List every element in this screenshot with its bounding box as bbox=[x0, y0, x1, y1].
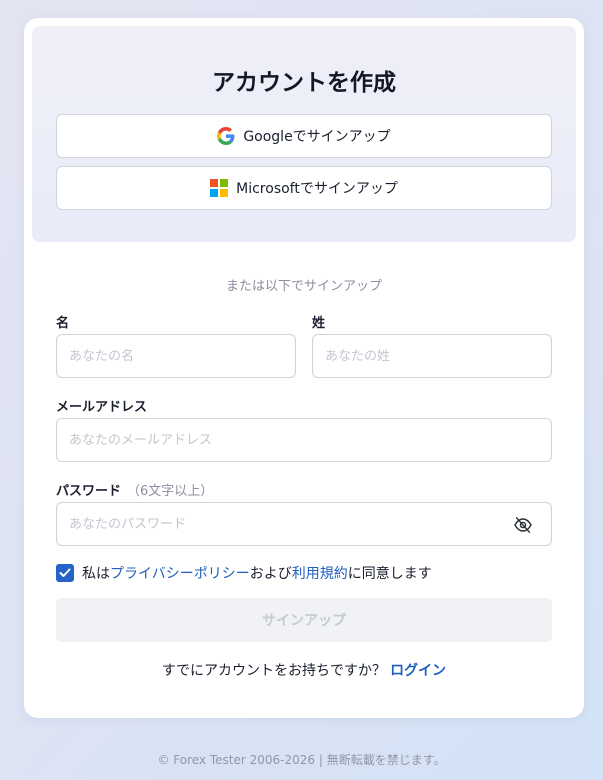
password-hint: （6文字以上） bbox=[127, 484, 214, 499]
password-label: パスワード （6文字以上） bbox=[56, 480, 213, 499]
oauth-panel: アカウントを作成 Googleでサインアップ Microsoftでサインアップ bbox=[32, 26, 576, 242]
checkmark-icon bbox=[59, 568, 71, 577]
privacy-policy-link[interactable]: プライバシーポリシー bbox=[110, 563, 250, 583]
google-signup-button[interactable]: Googleでサインアップ bbox=[56, 114, 552, 158]
consent-suffix: に同意します bbox=[347, 566, 432, 582]
signup-card: アカウントを作成 Googleでサインアップ Microsoftでサインアップ … bbox=[24, 18, 584, 718]
page-title: アカウントを作成 bbox=[212, 70, 396, 96]
last-name-label: 姓 bbox=[312, 316, 326, 331]
password-input[interactable] bbox=[56, 502, 552, 546]
google-signup-label: Googleでサインアップ bbox=[243, 129, 391, 145]
consent-middle: および bbox=[249, 566, 292, 582]
microsoft-logo-icon bbox=[210, 179, 229, 197]
eye-slash-icon bbox=[514, 517, 532, 533]
login-question: すでにアカウントをお持ちですか？ bbox=[161, 663, 387, 679]
terms-link[interactable]: 利用規約 bbox=[292, 563, 348, 583]
password-label-text: パスワード bbox=[56, 484, 122, 499]
terms-consent: 私は プライバシーポリシー および 利用規約 に同意します bbox=[56, 563, 432, 583]
first-name-input[interactable] bbox=[56, 334, 296, 378]
microsoft-signup-label: Microsoftでサインアップ bbox=[236, 181, 398, 197]
google-logo-icon bbox=[217, 127, 235, 145]
divider-text: または以下でサインアップ bbox=[225, 279, 382, 294]
terms-checkbox[interactable] bbox=[56, 564, 74, 582]
first-name-label: 名 bbox=[56, 316, 70, 331]
consent-prefix: 私は bbox=[82, 566, 110, 582]
microsoft-signup-button[interactable]: Microsoftでサインアップ bbox=[56, 166, 552, 210]
email-label: メールアドレス bbox=[56, 400, 148, 415]
signup-submit-button[interactable]: サインアップ bbox=[56, 598, 552, 642]
password-visibility-toggle[interactable] bbox=[512, 515, 534, 535]
login-prompt: すでにアカウントをお持ちですか？ ログイン bbox=[24, 660, 584, 680]
footer-copyright: © Forex Tester 2006-2026 | 無断転載を禁じます。 bbox=[157, 753, 446, 767]
login-link[interactable]: ログイン bbox=[390, 663, 446, 679]
email-input[interactable] bbox=[56, 418, 552, 462]
last-name-input[interactable] bbox=[312, 334, 552, 378]
